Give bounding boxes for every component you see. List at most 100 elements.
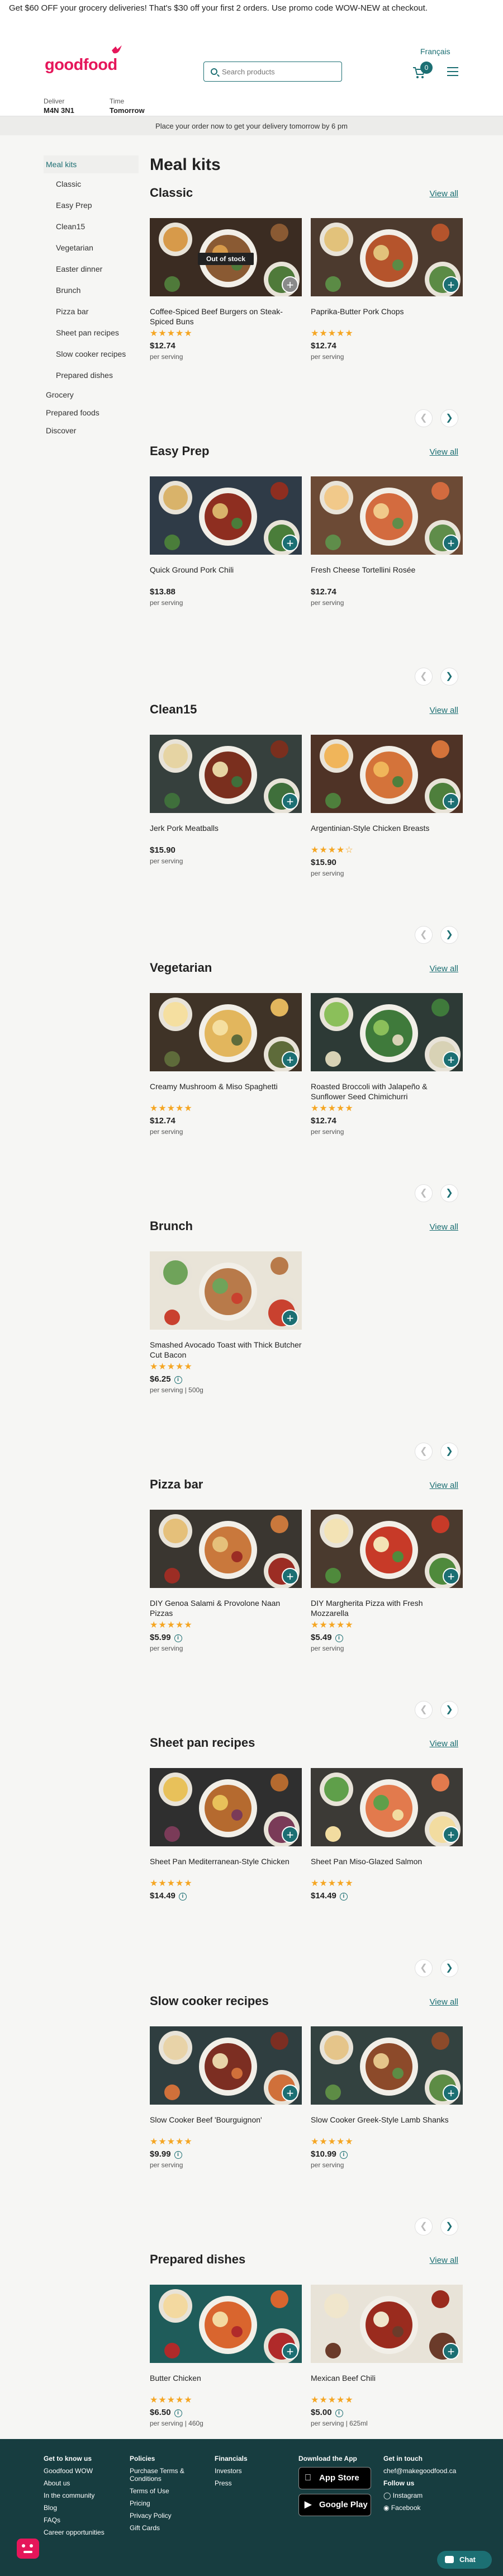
search-input[interactable] bbox=[222, 67, 337, 77]
product-card[interactable]: + DIY Margherita Pizza with Fresh Mozzare… bbox=[311, 1510, 463, 1652]
product-card[interactable]: + Sheet Pan Miso-Glazed Salmon ★★★★★ $14.49… bbox=[311, 1768, 463, 1903]
sidebar-grocery[interactable]: Grocery bbox=[44, 386, 139, 404]
product-card[interactable]: + Jerk Pork Meatballs $15.90 per serving bbox=[150, 735, 302, 865]
product-card[interactable]: + Slow Cooker Greek-Style Lamb Shanks ★★★★… bbox=[311, 2026, 463, 2169]
product-image[interactable]: Out of stock + bbox=[150, 218, 302, 296]
footer-link[interactable]: FAQs bbox=[44, 2516, 116, 2524]
info-icon[interactable]: i bbox=[174, 1634, 182, 1642]
product-image[interactable]: + bbox=[311, 735, 463, 813]
footer-link[interactable]: Privacy Policy bbox=[130, 2512, 202, 2520]
view-all-link[interactable]: View all bbox=[430, 1997, 458, 2007]
add-to-cart-plus-icon[interactable]: + bbox=[282, 1826, 298, 1843]
product-image[interactable]: + bbox=[311, 993, 463, 1071]
product-name[interactable]: Roasted Broccoli with Jalapeño & Sunflow… bbox=[311, 1081, 463, 1102]
sidebar-item-prepared-dishes[interactable]: Prepared dishes bbox=[44, 365, 139, 386]
view-all-link[interactable]: View all bbox=[430, 964, 458, 973]
product-name[interactable]: Paprika-Butter Pork Chops bbox=[311, 306, 463, 327]
view-all-link[interactable]: View all bbox=[430, 2256, 458, 2265]
product-image[interactable]: + bbox=[311, 1768, 463, 1846]
product-card[interactable]: + Smashed Avocado Toast with Thick Butche… bbox=[150, 1251, 302, 1394]
product-image[interactable]: + bbox=[311, 1510, 463, 1588]
product-name[interactable]: Quick Ground Pork Chili bbox=[150, 565, 302, 585]
info-icon[interactable]: i bbox=[174, 2409, 182, 2417]
product-name[interactable]: Slow Cooker Beef 'Bourguignon' bbox=[150, 2115, 302, 2135]
app-store-badge[interactable]:  App Store bbox=[298, 2467, 371, 2489]
product-card[interactable]: + Quick Ground Pork Chili $13.88 per servin… bbox=[150, 476, 302, 607]
product-card[interactable]: + Argentinian-Style Chicken Breasts ★★★★☆ $… bbox=[311, 735, 463, 877]
product-card[interactable]: Out of stock + Coffee-Spiced Beef Burgers … bbox=[150, 218, 302, 361]
product-image[interactable]: + bbox=[150, 476, 302, 555]
product-name[interactable]: DIY Genoa Salami & Provolone Naan Pizzas bbox=[150, 1598, 302, 1618]
menu-icon[interactable] bbox=[447, 67, 458, 76]
info-icon[interactable]: i bbox=[339, 1893, 348, 1901]
product-name[interactable]: Sheet Pan Miso-Glazed Salmon bbox=[311, 1856, 463, 1877]
info-icon[interactable]: i bbox=[178, 1893, 187, 1901]
product-image[interactable]: + bbox=[150, 1510, 302, 1588]
product-name[interactable]: Argentinian-Style Chicken Breasts bbox=[311, 823, 463, 843]
goodfood-logo[interactable]: goodfood bbox=[45, 56, 117, 74]
add-to-cart-plus-icon[interactable]: + bbox=[282, 2343, 298, 2360]
info-icon[interactable]: i bbox=[174, 1376, 182, 1384]
chevron-right-icon[interactable]: ❯ bbox=[440, 2218, 458, 2235]
sidebar-item-sheet-pan-recipes[interactable]: Sheet pan recipes bbox=[44, 322, 139, 343]
add-to-cart-plus-icon[interactable]: + bbox=[443, 276, 459, 293]
footer-link[interactable]: Terms of Use bbox=[130, 2487, 202, 2495]
product-name[interactable]: Jerk Pork Meatballs bbox=[150, 823, 302, 843]
view-all-link[interactable]: View all bbox=[430, 189, 458, 198]
sidebar-item-clean15[interactable]: Clean15 bbox=[44, 216, 139, 237]
chevron-right-icon[interactable]: ❯ bbox=[440, 409, 458, 427]
sidebar-discover[interactable]: Discover bbox=[44, 422, 139, 439]
sidebar-item-easy-prep[interactable]: Easy Prep bbox=[44, 195, 139, 216]
chevron-right-icon[interactable]: ❯ bbox=[440, 1443, 458, 1460]
product-image[interactable]: + bbox=[150, 1251, 302, 1330]
sidebar-item-pizza-bar[interactable]: Pizza bar bbox=[44, 301, 139, 322]
add-to-cart-plus-icon[interactable]: + bbox=[282, 276, 298, 293]
product-name[interactable]: Creamy Mushroom & Miso Spaghetti bbox=[150, 1081, 302, 1102]
product-card[interactable]: + Slow Cooker Beef 'Bourguignon' ★★★★★ $9.9… bbox=[150, 2026, 302, 2169]
footer-link[interactable]: In the community bbox=[44, 2492, 116, 2499]
add-to-cart-plus-icon[interactable]: + bbox=[443, 2343, 459, 2360]
product-card[interactable]: + Fresh Cheese Tortellini Rosée $12.74 per … bbox=[311, 476, 463, 607]
add-to-cart-plus-icon[interactable]: + bbox=[282, 535, 298, 551]
chevron-right-icon[interactable]: ❯ bbox=[440, 1959, 458, 1977]
chevron-right-icon[interactable]: ❯ bbox=[440, 1701, 458, 1719]
chevron-left-icon[interactable]: ❮ bbox=[415, 668, 433, 686]
chat-button[interactable]: Chat bbox=[437, 2551, 492, 2569]
add-to-cart-plus-icon[interactable]: + bbox=[443, 1568, 459, 1585]
sidebar-item-brunch[interactable]: Brunch bbox=[44, 280, 139, 301]
footer-email-link[interactable]: chef@makegoodfood.ca bbox=[383, 2467, 456, 2475]
product-image[interactable]: + bbox=[311, 476, 463, 555]
footer-link[interactable]: Career opportunities bbox=[44, 2528, 116, 2536]
product-image[interactable]: + bbox=[150, 2285, 302, 2363]
chevron-left-icon[interactable]: ❮ bbox=[415, 1701, 433, 1719]
add-to-cart-plus-icon[interactable]: + bbox=[282, 1051, 298, 1068]
info-icon[interactable]: i bbox=[339, 2151, 348, 2159]
add-to-cart-plus-icon[interactable]: + bbox=[443, 1051, 459, 1068]
chevron-left-icon[interactable]: ❮ bbox=[415, 1959, 433, 1977]
product-card[interactable]: + DIY Genoa Salami & Provolone Naan Pizza… bbox=[150, 1510, 302, 1652]
sidebar-meal-kits[interactable]: Meal kits bbox=[44, 155, 139, 173]
product-name[interactable]: Mexican Beef Chili bbox=[311, 2373, 463, 2393]
footer-link[interactable]: Gift Cards bbox=[130, 2524, 202, 2532]
product-card[interactable]: + Roasted Broccoli with Jalapeño & Sunflo… bbox=[311, 993, 463, 1136]
sidebar-item-classic[interactable]: Classic bbox=[44, 173, 139, 195]
add-to-cart-plus-icon[interactable]: + bbox=[282, 2085, 298, 2101]
footer-link[interactable]: Press bbox=[215, 2479, 287, 2487]
deliver-selector[interactable]: Deliver M4N 3N1 bbox=[44, 97, 74, 115]
footer-link[interactable]: Pricing bbox=[130, 2499, 202, 2507]
add-to-cart-plus-icon[interactable]: + bbox=[443, 535, 459, 551]
info-icon[interactable]: i bbox=[335, 1634, 343, 1642]
google-play-badge[interactable]: ▶ Google Play bbox=[298, 2494, 371, 2516]
sidebar-item-vegetarian[interactable]: Vegetarian bbox=[44, 237, 139, 258]
add-to-cart-plus-icon[interactable]: + bbox=[282, 1310, 298, 1326]
add-to-cart-plus-icon[interactable]: + bbox=[282, 1568, 298, 1585]
view-all-link[interactable]: View all bbox=[430, 447, 458, 457]
footer-link[interactable]: Goodfood WOW bbox=[44, 2467, 116, 2475]
chevron-right-icon[interactable]: ❯ bbox=[440, 668, 458, 686]
product-image[interactable]: + bbox=[150, 735, 302, 813]
chevron-right-icon[interactable]: ❯ bbox=[440, 1184, 458, 1202]
chevron-right-icon[interactable]: ❯ bbox=[440, 926, 458, 944]
add-to-cart-plus-icon[interactable]: + bbox=[443, 2085, 459, 2101]
product-name[interactable]: Fresh Cheese Tortellini Rosée bbox=[311, 565, 463, 585]
sidebar-item-slow-cooker-recipes[interactable]: Slow cooker recipes bbox=[44, 343, 139, 365]
